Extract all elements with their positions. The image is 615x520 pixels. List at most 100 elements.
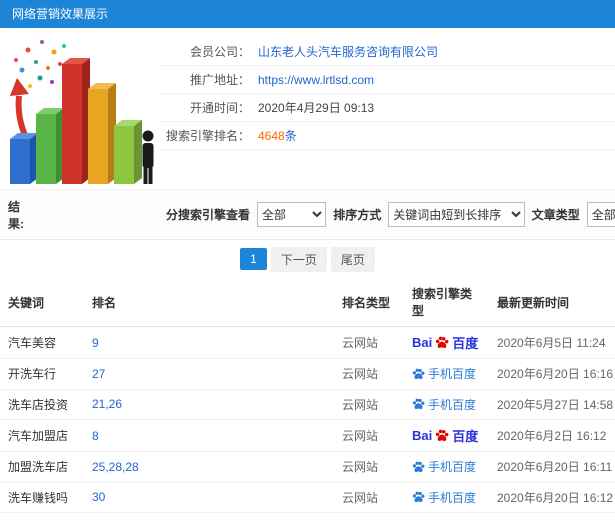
filter-bar: 结果: 分搜索引擎查看 全部 排序方式 关键词由短到长排序 文章类型 全部 提交 [0, 190, 615, 240]
baidu-paw-icon [436, 336, 449, 348]
keyword-text: 汽车加盟店 [8, 429, 69, 443]
rank-type-text: 云网站 [342, 490, 379, 505]
engine-cell: 手机百度 [404, 358, 489, 390]
mobile-baidu-label: 手机百度 [428, 490, 477, 505]
mobile-baidu-paw-icon [412, 491, 425, 503]
keyword-text: 开洗车行 [8, 367, 57, 382]
rank-cell: 30 [84, 482, 334, 513]
keyword-cell: 汽车美容 [0, 326, 84, 359]
update-time-cell: 2020年6月2日 16:12 [489, 419, 615, 452]
baidu-paw-icon [436, 429, 449, 441]
update-time-text: 2020年6月20日 16:12 [497, 490, 614, 505]
page-last[interactable]: 尾页 [330, 246, 375, 272]
promo-url-link[interactable]: https://www.lrtlsd.com [258, 73, 374, 87]
update-time-text: 2020年6月20日 16:16 [497, 367, 614, 382]
table-row: 洗车店利润 30 云网站 手机百度 2020年6月18日 14:27 [0, 512, 615, 520]
update-time-cell: 2020年6月20日 16:16 [489, 358, 615, 390]
mobile-baidu-label: 手机百度 [428, 460, 477, 474]
engine-cell: Bai 百度 [404, 326, 489, 359]
type-filter-label: 文章类型 [531, 208, 580, 222]
keyword-cell: 汽车加盟店 [0, 419, 84, 452]
rank-cell: 25,28,28 [84, 451, 334, 483]
engine-cell: Bai 百度 [404, 419, 489, 452]
result-section-label: 结果: [8, 199, 24, 231]
mobile-baidu-badge: 手机百度 [412, 458, 476, 475]
mobile-baidu-badge: 手机百度 [412, 489, 476, 506]
promo-url-row: 推广地址： https://www.lrtlsd.com [160, 66, 615, 94]
rank-link[interactable]: 9 [92, 336, 99, 350]
baidu-logo-text-du: 百度 [452, 336, 479, 351]
filter-group: 分搜索引擎查看 全部 排序方式 关键词由短到长排序 文章类型 全部 提交 [166, 193, 615, 237]
engine-cell: 手机百度 [404, 389, 489, 420]
mobile-baidu-label: 手机百度 [428, 367, 477, 381]
rank-link[interactable]: 25,28,28 [92, 460, 139, 474]
type-filter-select[interactable]: 全部 [586, 202, 615, 227]
rank-type-text: 云网站 [342, 397, 379, 412]
engine-cell: 手机百度 [404, 512, 489, 520]
open-time-label: 开通时间： [189, 101, 250, 115]
rank-cell: 21,26 [84, 389, 334, 420]
rank-cell: 9 [84, 326, 334, 359]
page-current[interactable]: 1 [240, 248, 267, 270]
member-info-rows: 会员公司： 山东老人头汽车服务咨询有限公司 推广地址： https://www.… [160, 38, 615, 150]
rank-type-text: 云网站 [342, 460, 379, 475]
company-link[interactable]: 山东老人头汽车服务咨询有限公司 [258, 43, 438, 60]
rank-type-cell: 云网站 [334, 482, 404, 513]
app-header: 网络营销效果展示 [0, 0, 615, 28]
baidu-logo: Bai 百度 [412, 333, 478, 352]
keyword-cell: 洗车店投资 [0, 389, 84, 420]
header-update-time: 最新更新时间 [489, 278, 615, 327]
baidu-logo-text-bai: Bai [412, 428, 433, 443]
mobile-baidu-paw-icon [412, 368, 425, 379]
results-table-body: 汽车美容 9 云网站 Bai 百度 2020年6月5日 11:24 开洗车行 2… [0, 326, 615, 520]
rank-type-cell: 云网站 [334, 389, 404, 420]
rank-link[interactable]: 21,26 [92, 397, 122, 411]
update-time-text: 2020年5月27日 14:58 [497, 397, 614, 412]
sort-filter-select[interactable]: 关键词由短到长排序 [388, 202, 525, 227]
open-time-row: 开通时间： 2020年4月29日 09:13 [160, 94, 615, 122]
update-time-cell: 2020年6月18日 14:27 [489, 512, 615, 520]
update-time-text: 2020年6月20日 16:11 [497, 460, 613, 475]
rank-cell: 27 [84, 358, 334, 390]
update-time-cell: 2020年6月20日 16:12 [489, 482, 615, 513]
keyword-text: 洗车赚钱吗 [8, 490, 69, 505]
table-header-row: 关键词 排名 排名类型 搜索引擎类型 最新更新时间 [0, 278, 615, 327]
sort-filter-label: 排序方式 [333, 208, 382, 222]
page-next[interactable]: 下一页 [270, 246, 327, 272]
table-row: 加盟洗车店 25,28,28 云网站 手机百度 2020年6月20日 16:11 [0, 451, 615, 483]
update-time-cell: 2020年6月20日 16:11 [489, 451, 615, 483]
table-row: 洗车店投资 21,26 云网站 手机百度 2020年5月27日 14:58 [0, 389, 615, 420]
rank-type-text: 云网站 [342, 367, 379, 382]
header-rank: 排名 [84, 278, 334, 327]
company-label: 会员公司： [189, 45, 250, 59]
rank-link[interactable]: 30 [92, 490, 105, 504]
rank-type-text: 云网站 [342, 336, 379, 350]
mobile-baidu-paw-icon [412, 398, 425, 410]
baidu-logo: Bai 百度 [412, 426, 478, 445]
keyword-cell: 洗车店利润 [0, 512, 84, 520]
baidu-logo-text-bai: Bai [412, 335, 433, 350]
table-row: 汽车加盟店 8 云网站 Bai 百度 2020年6月2日 16:12 [0, 419, 615, 452]
table-row: 开洗车行 27 云网站 手机百度 2020年6月20日 16:16 [0, 358, 615, 390]
rank-link[interactable]: 27 [92, 367, 105, 381]
member-info-panel: 会员公司： 山东老人头汽车服务咨询有限公司 推广地址： https://www.… [0, 28, 615, 190]
table-row: 洗车赚钱吗 30 云网站 手机百度 2020年6月20日 16:12 [0, 482, 615, 513]
rank-type-cell: 云网站 [334, 512, 404, 520]
rank-link[interactable]: 8 [92, 429, 99, 443]
mobile-baidu-badge: 手机百度 [412, 396, 476, 413]
rank-type-cell: 云网站 [334, 358, 404, 390]
mobile-baidu-paw-icon [412, 461, 425, 472]
rank-count: 4648 [258, 129, 285, 143]
engine-rank-row: 搜索引擎排名： 4648条 [160, 122, 615, 150]
header-rank-type: 排名类型 [334, 278, 404, 327]
rank-cell: 30 [84, 512, 334, 520]
results-table: 关键词 排名 排名类型 搜索引擎类型 最新更新时间 汽车美容 9 云网站 Bai… [0, 278, 615, 520]
engine-filter-select[interactable]: 全部 [257, 202, 327, 227]
open-time-value: 2020年4月29日 09:13 [258, 101, 375, 115]
rank-type-cell: 云网站 [334, 419, 404, 452]
rank-unit: 条 [284, 129, 297, 143]
bar-chart-illustration [10, 40, 154, 184]
engine-rank-label: 搜索引擎排名： [165, 129, 250, 143]
rank-type-cell: 云网站 [334, 326, 404, 359]
keyword-cell: 洗车赚钱吗 [0, 482, 84, 513]
